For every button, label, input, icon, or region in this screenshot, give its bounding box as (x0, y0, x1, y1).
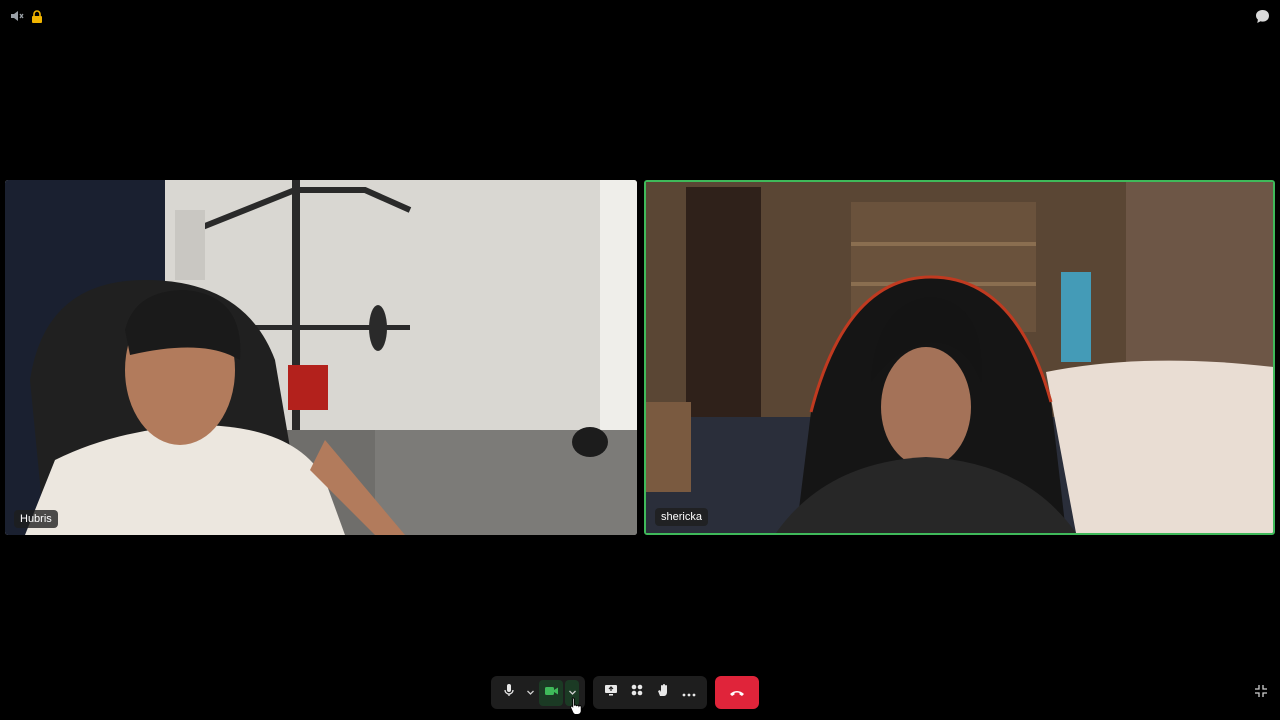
minimize-icon[interactable] (1254, 684, 1270, 700)
participant-tile-hubris[interactable]: Hubris (5, 180, 637, 535)
participant-video-hubris (5, 180, 637, 535)
microphone-options-button[interactable] (523, 680, 537, 706)
reactions-icon (656, 683, 670, 702)
chat-icon[interactable] (1254, 8, 1270, 24)
participant-tile-shericka[interactable]: shericka (644, 180, 1275, 535)
microphone-icon (502, 683, 516, 702)
apps-button[interactable] (625, 680, 649, 706)
microphone-button[interactable] (497, 680, 521, 706)
call-controls-toolbar (491, 676, 759, 709)
speaker-muted-icon[interactable] (9, 8, 25, 24)
actions-group (593, 676, 707, 709)
apps-icon (630, 683, 644, 702)
more-options-button[interactable] (677, 680, 701, 706)
participant-video-shericka (646, 182, 1273, 533)
participant-name-badge: shericka (655, 508, 708, 526)
camera-icon (544, 684, 559, 702)
lock-icon[interactable] (29, 8, 45, 24)
participant-name-badge: Hubris (14, 510, 58, 528)
more-icon (682, 684, 696, 702)
reactions-button[interactable] (651, 680, 675, 706)
screen-share-button[interactable] (599, 680, 623, 706)
screen-share-icon (604, 683, 618, 702)
hang-up-icon (729, 684, 745, 702)
leave-call-button[interactable] (715, 676, 759, 709)
chevron-down-icon (526, 684, 535, 702)
mouse-cursor-icon (570, 697, 582, 720)
camera-button[interactable] (539, 679, 563, 706)
